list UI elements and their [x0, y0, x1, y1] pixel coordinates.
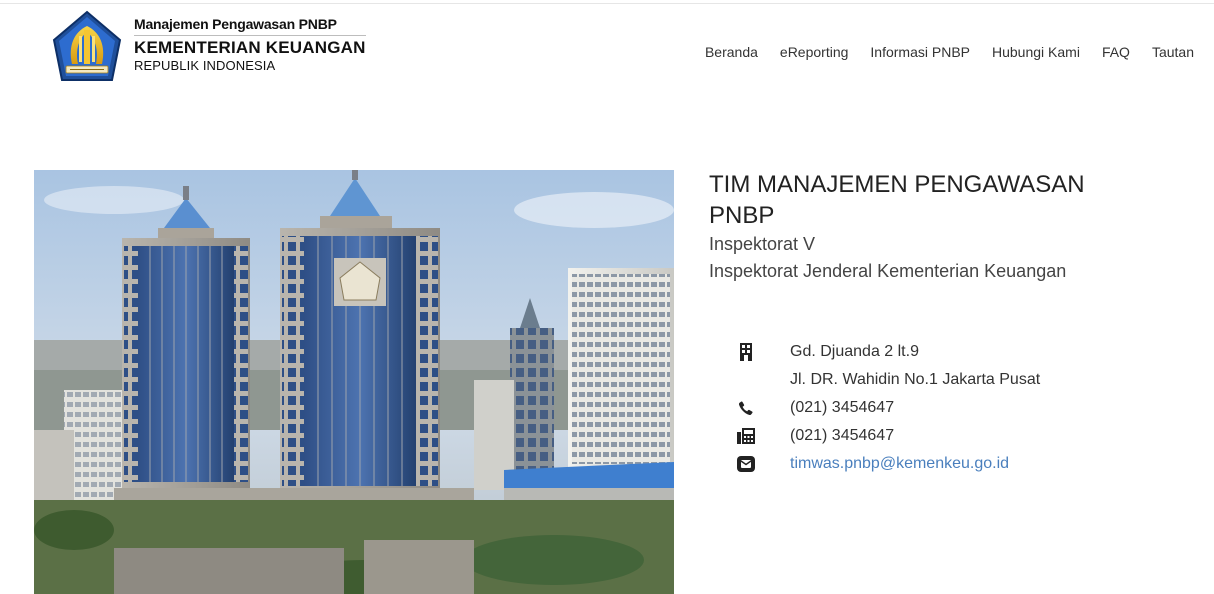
email-icon	[735, 454, 757, 474]
building-icon	[735, 342, 757, 362]
brand[interactable]: Manajemen Pengawasan PNBP KEMENTERIAN KE…	[50, 10, 366, 86]
info-title: TIM MANAJEMEN PENGAWASAN PNBP	[709, 171, 1085, 229]
brand-subtitle: Manajemen Pengawasan PNBP	[134, 17, 366, 37]
address-row-2: Jl. DR. Wahidin No.1 Jakarta Pusat	[709, 366, 1189, 394]
fax-row: (021) 3454647	[709, 422, 1189, 450]
phone-icon	[735, 398, 757, 418]
building-photo	[34, 170, 674, 594]
info-subtitle-1: Inspektorat V	[709, 234, 816, 255]
address-line-2: Jl. DR. Wahidin No.1 Jakarta Pusat	[790, 371, 1041, 388]
contact-info: TIM MANAJEMEN PENGAWASAN PNBP Inspektora…	[709, 170, 1189, 472]
email-link[interactable]: timwas.pnbp@kemenkeu.go.id	[790, 455, 1009, 473]
nav-informasi-pnbp[interactable]: Informasi PNBP	[870, 44, 970, 60]
email-row: timwas.pnbp@kemenkeu.go.id	[709, 450, 1189, 478]
fax-number: (021) 3454647	[790, 427, 895, 444]
nav-faq[interactable]: FAQ	[1102, 44, 1130, 60]
nav-ereporting[interactable]: eReporting	[780, 44, 849, 60]
brand-title: KEMENTERIAN KEUANGAN	[134, 38, 366, 58]
top-divider	[0, 3, 1214, 4]
address-line-1: Gd. Djuanda 2 lt.9	[790, 343, 919, 360]
kemenkeu-logo	[52, 10, 122, 81]
nav-tautan[interactable]: Tautan	[1152, 44, 1194, 60]
main-nav: Beranda eReporting Informasi PNBP Hubung…	[705, 44, 1194, 60]
contact-list: Gd. Djuanda 2 lt.9 Jl. DR. Wahidin No.1 …	[709, 338, 1189, 478]
phone-row: (021) 3454647	[709, 394, 1189, 422]
brand-country: REPUBLIK INDONESIA	[134, 57, 276, 73]
fax-icon	[735, 426, 757, 446]
info-subtitle-2: Inspektorat Jenderal Kementerian Keuanga…	[709, 261, 1067, 282]
nav-beranda[interactable]: Beranda	[705, 44, 758, 60]
nav-hubungi-kami[interactable]: Hubungi Kami	[992, 44, 1080, 60]
address-row: Gd. Djuanda 2 lt.9	[709, 338, 1189, 366]
phone-number[interactable]: (021) 3454647	[790, 399, 894, 417]
